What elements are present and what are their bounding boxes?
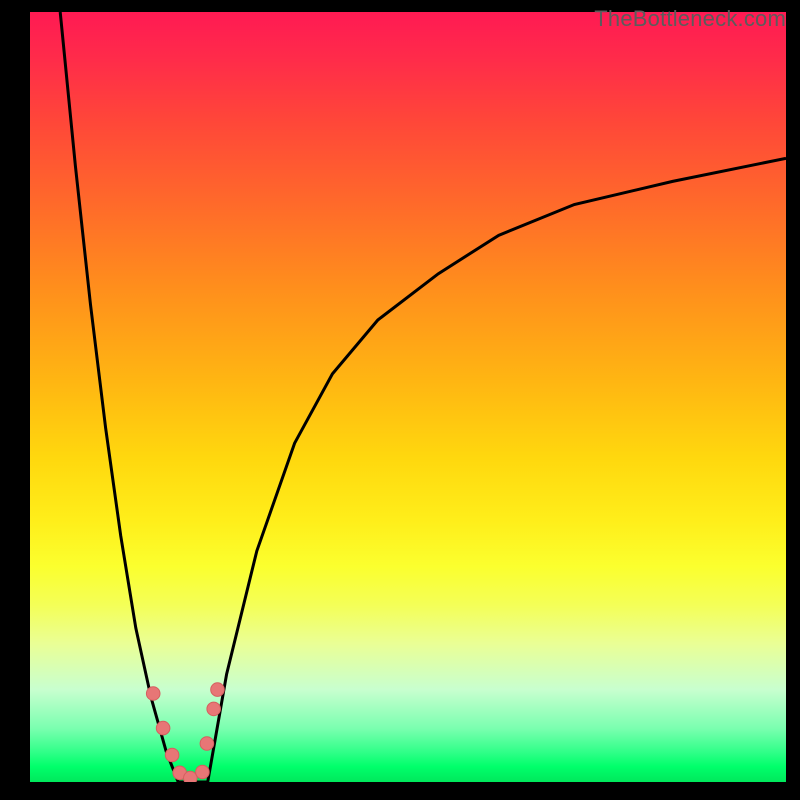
bottleneck-markers	[146, 683, 224, 782]
bottleneck-marker	[211, 683, 225, 697]
watermark-text: TheBottleneck.com	[594, 6, 786, 32]
right-branch-curve	[208, 158, 786, 782]
plot-background	[30, 12, 786, 782]
bottleneck-marker	[184, 771, 198, 782]
bottleneck-marker	[200, 737, 214, 751]
bottleneck-marker	[196, 765, 210, 779]
bottleneck-marker	[146, 687, 160, 701]
bottleneck-marker	[165, 748, 179, 762]
chart-frame: TheBottleneck.com	[0, 0, 800, 800]
left-branch-curve	[60, 12, 178, 782]
curve-layer	[30, 12, 786, 782]
bottleneck-marker	[156, 721, 170, 735]
bottleneck-marker	[207, 702, 221, 716]
